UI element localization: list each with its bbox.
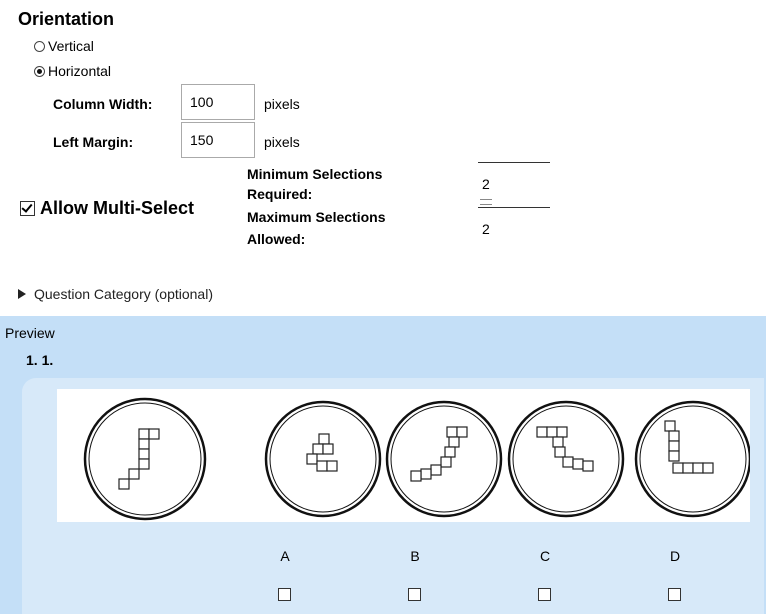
option-a-checkbox[interactable]	[278, 588, 291, 601]
spinner-icon[interactable]	[480, 199, 492, 205]
radio-vertical[interactable]: Vertical	[34, 38, 94, 54]
reference-circle-icon	[83, 397, 207, 521]
min-selections-value[interactable]: 2	[482, 176, 490, 192]
option-a-figure-icon	[264, 400, 382, 518]
max-selections-label: Maximum Selections	[247, 209, 386, 225]
option-b-checkbox[interactable]	[408, 588, 421, 601]
min-selections-field-border	[478, 162, 550, 163]
option-c-checkbox[interactable]	[538, 588, 551, 601]
left-margin-unit: pixels	[264, 134, 300, 150]
min-selections-label-2: Required:	[247, 186, 313, 202]
option-c-figure-icon	[507, 400, 625, 518]
option-b-label: B	[410, 548, 420, 564]
option-b-figure-icon	[385, 400, 503, 518]
option-a-label: A	[280, 548, 290, 564]
left-margin-label: Left Margin:	[53, 134, 134, 150]
column-width-unit: pixels	[264, 96, 300, 112]
option-d-figure-icon	[634, 400, 752, 518]
column-width-input[interactable]	[181, 84, 255, 120]
left-margin-input[interactable]	[181, 122, 255, 158]
option-c-label: C	[539, 548, 551, 564]
question-category-toggle[interactable]: Question Category (optional)	[18, 286, 213, 302]
allow-multi-select-label: Allow Multi-Select	[40, 198, 195, 218]
allow-multi-select[interactable]: Allow Multi-Select	[20, 198, 194, 219]
radio-circle-icon[interactable]	[34, 65, 45, 77]
preview-label: Preview	[5, 325, 55, 341]
figure-panel	[57, 389, 752, 522]
max-selections-field-border	[478, 207, 550, 208]
option-d-label: D	[669, 548, 681, 564]
column-width-label: Column Width:	[53, 96, 153, 112]
question-number: 1. 1.	[26, 352, 54, 368]
figure-svg	[83, 397, 752, 521]
radio-circle-icon[interactable]	[34, 40, 45, 52]
min-selections-label: Minimum Selections	[247, 166, 383, 182]
option-d-checkbox[interactable]	[668, 588, 681, 601]
max-selections-label-2: Allowed:	[247, 231, 306, 247]
checkbox-icon[interactable]	[20, 201, 35, 216]
question-category-label: Question Category (optional)	[34, 286, 213, 302]
radio-horizontal-label: Horizontal	[48, 63, 112, 79]
radio-horizontal[interactable]: Horizontal	[34, 63, 111, 79]
expand-triangle-icon[interactable]	[18, 289, 26, 299]
orientation-heading: Orientation	[18, 9, 115, 29]
radio-vertical-label: Vertical	[48, 38, 94, 54]
max-selections-value[interactable]: 2	[482, 221, 490, 237]
